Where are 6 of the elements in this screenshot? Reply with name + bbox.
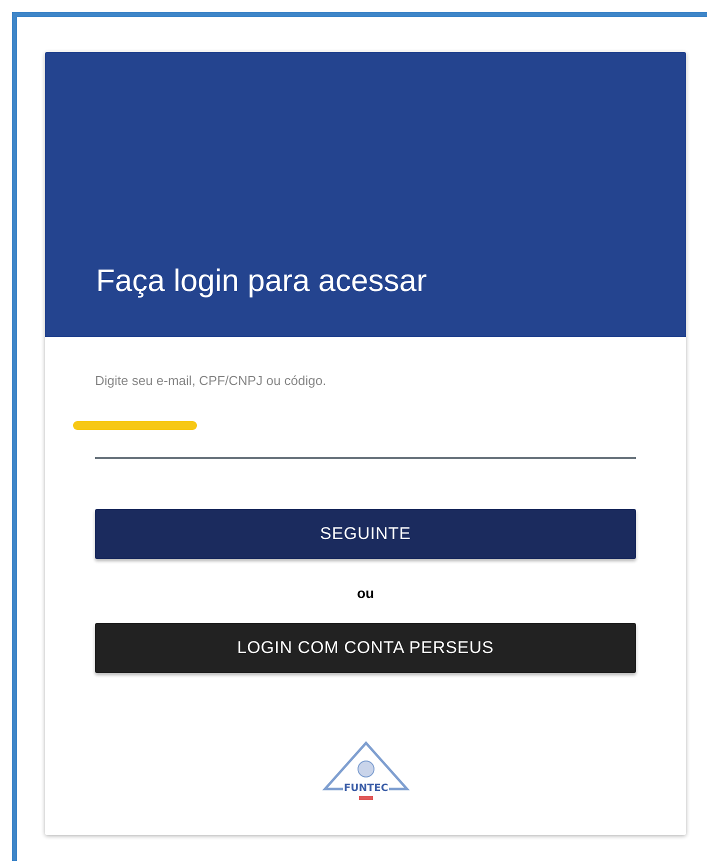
or-separator: ou [356,585,374,601]
field-hint: Digite seu e-mail, CPF/CNPJ ou código. [95,373,328,388]
header-title: Faça login para acessar [96,263,427,299]
perseus-login-button[interactable]: LOGIN COM CONTA PERSEUS [95,623,636,673]
next-button[interactable]: SEGUINTE [95,509,636,559]
school-logo-drawing: FUNTEC [320,739,410,803]
